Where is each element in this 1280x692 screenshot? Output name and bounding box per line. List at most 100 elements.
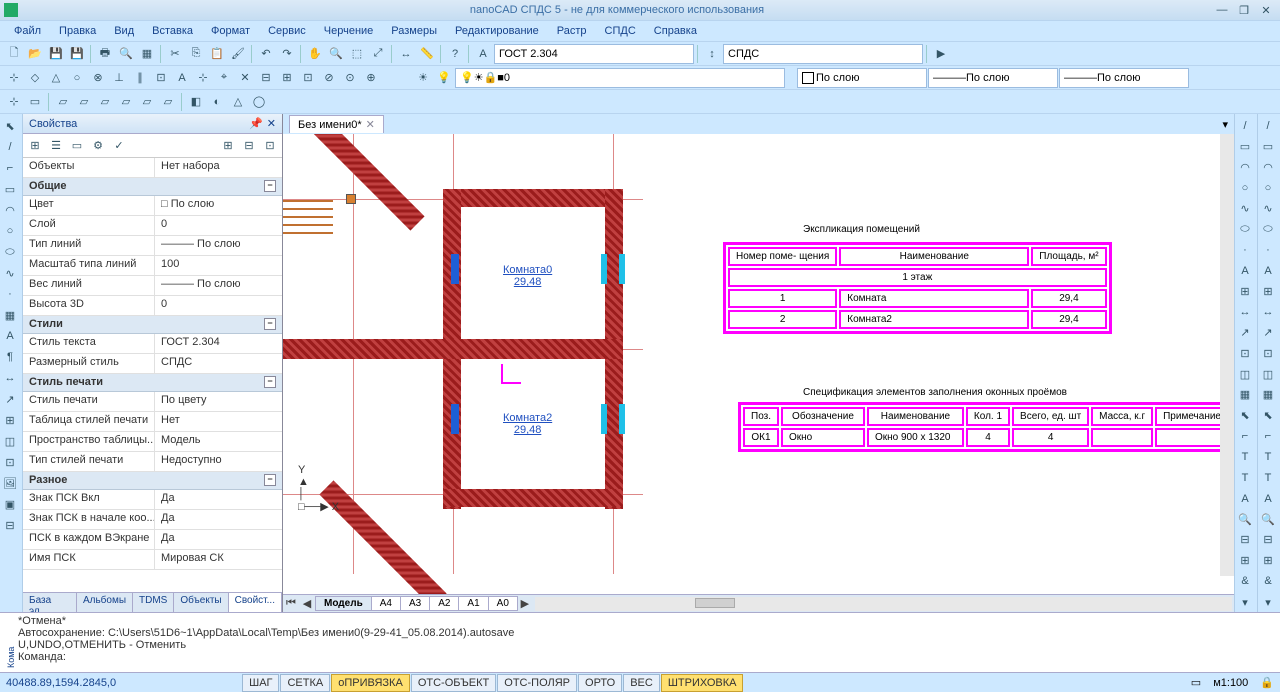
rect-icon[interactable]: ▭ — [0, 179, 20, 199]
rtool-1-16-icon[interactable]: T — [1258, 447, 1278, 467]
rtool-0-11-icon[interactable]: ⊡ — [1235, 344, 1255, 364]
zoom-icon[interactable]: 🔍 — [326, 44, 346, 64]
drawing-canvas[interactable]: Комната029,48 Комната229,48 Y▲│□──▶ X Эк… — [283, 134, 1234, 594]
linetype-combo[interactable]: ――― По слою — [928, 68, 1058, 88]
rtool-0-18-icon[interactable]: A — [1235, 489, 1255, 509]
rtool-0-4-icon[interactable]: ∿ — [1235, 199, 1255, 219]
prop-row[interactable]: Цвет□ По слою — [23, 196, 282, 216]
rtool-1-18-icon[interactable]: A — [1258, 489, 1278, 509]
objects-row[interactable]: ОбъектыНет набора — [23, 158, 282, 178]
rtool-0-20-icon[interactable]: ⊟ — [1235, 530, 1255, 550]
layout-tab-Модель[interactable]: Модель — [315, 596, 372, 611]
rtool-1-8-icon[interactable]: ⊞ — [1258, 282, 1278, 302]
menu-8[interactable]: Редактирование — [447, 23, 547, 39]
rtool-1-23-icon[interactable]: ▾ — [1258, 592, 1278, 612]
leader-icon[interactable]: ↗ — [0, 389, 20, 409]
prop-row[interactable]: ПСК в каждом ВЭкранеДа — [23, 530, 282, 550]
rtool-1-11-icon[interactable]: ⊡ — [1258, 344, 1278, 364]
prop-row[interactable]: Высота 3D0 — [23, 296, 282, 316]
rtool-0-22-icon[interactable]: & — [1235, 571, 1255, 591]
rtool-0-14-icon[interactable]: ⬉ — [1235, 406, 1255, 426]
status-ШТРИХОВКА[interactable]: ШТРИХОВКА — [661, 674, 744, 692]
prop-row[interactable]: Имя ПСКМировая СК — [23, 550, 282, 570]
tab-prev-icon[interactable]: ◀ — [299, 597, 315, 610]
cone-icon[interactable]: △ — [228, 92, 248, 112]
layer-sun-icon[interactable]: ☀ — [413, 68, 433, 88]
prop-row[interactable]: Слой0 — [23, 216, 282, 236]
pt3-icon[interactable]: ▭ — [67, 136, 87, 156]
mtext-icon[interactable]: ¶ — [0, 347, 20, 367]
specification-table[interactable]: Поз.Обозначение НаименованиеКол. 1 Всего… — [738, 402, 1234, 452]
pt6-icon[interactable]: ⊞ — [218, 136, 238, 156]
pt7-icon[interactable]: ⊟ — [239, 136, 259, 156]
menu-4[interactable]: Формат — [203, 23, 258, 39]
prop-row[interactable]: Стиль текстаГОСТ 2.304 — [23, 334, 282, 354]
rtool-0-9-icon[interactable]: ↔ — [1235, 302, 1255, 322]
prop-row[interactable]: Вес линий――― По слою — [23, 276, 282, 296]
prop-row[interactable]: Знак ПСК в начале коо...Да — [23, 510, 282, 530]
rtool-0-8-icon[interactable]: ⊞ — [1235, 282, 1255, 302]
snap4-icon[interactable]: ○ — [67, 68, 87, 88]
doc-dropdown-icon[interactable]: ▾ — [1216, 118, 1234, 131]
prop-row[interactable]: Знак ПСК ВклДа — [23, 490, 282, 510]
layout-tab-A1[interactable]: A1 — [458, 596, 488, 611]
rtool-0-17-icon[interactable]: T — [1235, 468, 1255, 488]
region-icon[interactable]: ▣ — [0, 494, 20, 514]
rtool-0-19-icon[interactable]: 🔍 — [1235, 509, 1255, 529]
preview-icon[interactable]: 🔍 — [116, 44, 136, 64]
status-ШАГ[interactable]: ШАГ — [242, 674, 279, 692]
rtool-1-7-icon[interactable]: A — [1258, 261, 1278, 281]
snap17-icon[interactable]: ⊙ — [340, 68, 360, 88]
snap5-icon[interactable]: ⊗ — [88, 68, 108, 88]
zoomext-icon[interactable]: ⤢ — [368, 44, 388, 64]
snap7-icon[interactable]: ∥ — [130, 68, 150, 88]
match-icon[interactable]: 🖌 — [228, 44, 248, 64]
prop-tab-0[interactable]: База эл... — [23, 593, 77, 612]
rtool-1-1-icon[interactable]: ▭ — [1258, 137, 1278, 157]
line-icon[interactable]: / — [0, 137, 20, 157]
status-ОТС-ПОЛЯР[interactable]: ОТС-ПОЛЯР — [497, 674, 577, 692]
rtool-0-3-icon[interactable]: ○ — [1235, 178, 1255, 198]
rtool-1-0-icon[interactable]: / — [1258, 116, 1278, 136]
rtool-0-6-icon[interactable]: · — [1235, 240, 1255, 260]
lock-icon[interactable]: 🔒 — [1254, 676, 1280, 689]
snap16-icon[interactable]: ⊘ — [319, 68, 339, 88]
prop-tab-3[interactable]: Объекты — [174, 593, 228, 612]
torus-icon[interactable]: ◯ — [249, 92, 269, 112]
prop-row[interactable]: Тип линий――― По слою — [23, 236, 282, 256]
rtool-1-13-icon[interactable]: ▦ — [1258, 385, 1278, 405]
pt1-icon[interactable]: ⊞ — [25, 136, 45, 156]
menu-10[interactable]: СПДС — [597, 23, 644, 39]
prop-tab-2[interactable]: TDMS — [133, 593, 174, 612]
scale-readout[interactable]: м1:100 — [1207, 677, 1254, 689]
prop-row[interactable]: Масштаб типа линий100 — [23, 256, 282, 276]
dimstyle-icon[interactable]: ↕ — [702, 44, 722, 64]
hatch-icon[interactable]: ▦ — [0, 305, 20, 325]
rtool-0-23-icon[interactable]: ▾ — [1235, 592, 1255, 612]
tab-next-icon[interactable]: ▶ — [517, 597, 533, 610]
pt8-icon[interactable]: ⊡ — [260, 136, 280, 156]
snap10-icon[interactable]: ⊹ — [193, 68, 213, 88]
rtool-0-5-icon[interactable]: ⬭ — [1235, 220, 1255, 240]
layout-tab-A0[interactable]: A0 — [488, 596, 518, 611]
rtool-0-1-icon[interactable]: ▭ — [1235, 137, 1255, 157]
plot-icon[interactable]: ▦ — [137, 44, 157, 64]
cut-icon[interactable]: ✂ — [165, 44, 185, 64]
undo-icon[interactable]: ↶ — [256, 44, 276, 64]
copy-icon[interactable]: ⎘ — [186, 44, 206, 64]
wall-icon[interactable]: ⊹ — [4, 92, 24, 112]
room-icon[interactable]: ▭ — [25, 92, 45, 112]
spline-icon[interactable]: ∿ — [0, 263, 20, 283]
menu-6[interactable]: Черчение — [316, 23, 382, 39]
text-style-combo[interactable]: ГОСТ 2.304 — [494, 44, 694, 64]
rtool-0-13-icon[interactable]: ▦ — [1235, 385, 1255, 405]
doc-close-icon[interactable]: ✕ — [366, 118, 375, 131]
prop-row[interactable]: Пространство таблицы...Модель — [23, 432, 282, 452]
rtool-1-12-icon[interactable]: ◫ — [1258, 364, 1278, 384]
paper-icon[interactable]: ▭ — [1185, 676, 1207, 689]
rtool-1-2-icon[interactable]: ◠ — [1258, 157, 1278, 177]
prop-row[interactable]: Таблица стилей печатиНет — [23, 412, 282, 432]
group-icon[interactable]: ⊟ — [0, 515, 20, 535]
lineweight-combo[interactable]: ――― По слою — [1059, 68, 1189, 88]
menu-2[interactable]: Вид — [106, 23, 142, 39]
